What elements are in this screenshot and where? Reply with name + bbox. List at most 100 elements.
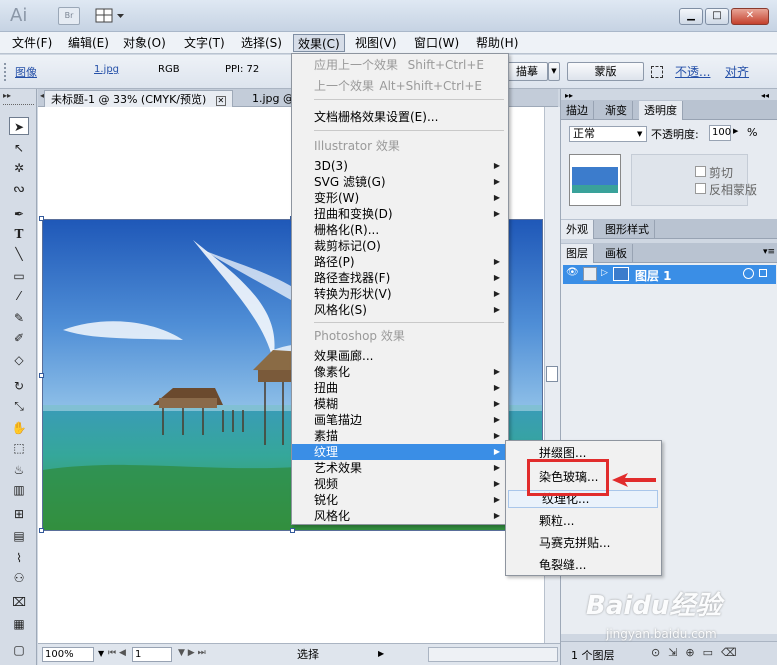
menu-item-path[interactable]: 路径(P) ▶ xyxy=(292,254,508,270)
transform-icon[interactable] xyxy=(651,66,663,78)
page-field[interactable]: 1 xyxy=(132,647,172,662)
menu-item-warp[interactable]: 变形(W) ▶ xyxy=(292,190,508,206)
target-circle-icon[interactable] xyxy=(743,268,754,279)
menu-view[interactable]: 视图(V) xyxy=(351,34,401,52)
menu-item-artistic[interactable]: 艺术效果 ▶ xyxy=(292,460,508,476)
selection-handle[interactable] xyxy=(39,528,44,533)
grip-handle[interactable] xyxy=(4,63,10,81)
direct-selection-tool-icon[interactable]: ↖ xyxy=(9,139,29,157)
selection-square-icon[interactable] xyxy=(759,269,767,277)
mask-button[interactable]: 蒙版 xyxy=(567,62,644,81)
layer-actions-icons[interactable]: ⊙⇲⊕▭⌫ xyxy=(651,646,745,659)
tab-transparency[interactable]: 透明度 xyxy=(639,101,683,120)
lock-toggle[interactable] xyxy=(583,267,597,281)
magic-wand-tool-icon[interactable]: ✲ xyxy=(9,159,29,177)
minimize-button[interactable]: ▁ xyxy=(679,8,703,25)
column-graph-tool-icon[interactable]: ▥ xyxy=(9,481,29,499)
menu-item-video[interactable]: 视频 ▶ xyxy=(292,476,508,492)
opacity-input[interactable]: 100 xyxy=(709,125,731,141)
menu-item-blur[interactable]: 模糊 ▶ xyxy=(292,396,508,412)
bridge-button[interactable]: Br xyxy=(58,7,80,25)
tab-gradient[interactable]: 渐变 xyxy=(600,101,633,120)
blend-mode-select[interactable]: 正常 xyxy=(569,126,647,142)
menu-item-apply-last[interactable]: 应用上一个效果 Shift+Ctrl+E xyxy=(292,57,508,73)
menu-help[interactable]: 帮助(H) xyxy=(472,34,522,52)
menu-item-effect-gallery[interactable]: 效果画廊... xyxy=(292,348,508,364)
image-link[interactable]: 图像 xyxy=(15,64,37,80)
selection-handle[interactable] xyxy=(39,216,44,221)
zoom-field[interactable]: 100% xyxy=(42,647,94,662)
menu-item-stylize-illustrator[interactable]: 风格化(S) ▶ xyxy=(292,302,508,318)
graph-tool-icon[interactable]: ▦ xyxy=(9,615,29,633)
menu-file[interactable]: 文件(F) xyxy=(8,34,56,52)
selection-tool-icon[interactable]: ➤ xyxy=(9,117,29,135)
menu-item-sharpen[interactable]: 锐化 ▶ xyxy=(292,492,508,508)
menu-type[interactable]: 文字(T) xyxy=(180,34,229,52)
blend-tool-icon[interactable]: ⚇ xyxy=(9,569,29,587)
maximize-button[interactable]: □ xyxy=(705,8,729,25)
menu-item-pathfinder[interactable]: 路径查找器(F) ▶ xyxy=(292,270,508,286)
arrange-documents-button[interactable] xyxy=(94,7,128,25)
selection-handle[interactable] xyxy=(39,373,44,378)
vertical-scroll-thumb[interactable] xyxy=(546,366,558,382)
trace-button[interactable]: 描摹 xyxy=(506,62,548,81)
menu-edit[interactable]: 编辑(E) xyxy=(64,34,113,52)
opacity-link[interactable]: 不透... xyxy=(675,63,710,80)
tab-layers[interactable]: 图层 xyxy=(561,244,594,263)
menu-item-craquelure[interactable]: 龟裂缝... xyxy=(506,557,661,573)
close-button[interactable]: ✕ xyxy=(731,8,769,25)
menu-item-mosaic-tiles[interactable]: 马赛克拼贴... xyxy=(506,535,661,551)
menu-window[interactable]: 窗口(W) xyxy=(410,34,463,52)
status-mode[interactable]: 选择 xyxy=(238,647,378,662)
menu-item-rasterize[interactable]: 栅格化(R)... xyxy=(292,222,508,238)
opacity-dropdown-icon[interactable]: ▶ xyxy=(733,127,738,135)
free-transform-tool-icon[interactable]: ⬚ xyxy=(9,439,29,457)
menu-object[interactable]: 对象(O) xyxy=(119,34,170,52)
rectangle-tool-icon[interactable]: ▭ xyxy=(9,267,29,285)
grip-handle[interactable] xyxy=(3,104,34,107)
slice-tool-icon[interactable]: ⌧ xyxy=(9,593,29,611)
clip-checkbox[interactable] xyxy=(695,166,706,177)
menu-item-last-effect[interactable]: 上一个效果 Alt+Shift+Ctrl+E xyxy=(292,78,508,94)
menu-item-sketch[interactable]: 素描 ▶ xyxy=(292,428,508,444)
menu-select[interactable]: 选择(S) xyxy=(237,34,286,52)
layer-row[interactable]: 👁 ▷ 图层 1 xyxy=(563,265,776,284)
eyedropper-tool-icon[interactable]: ⌇ xyxy=(9,549,29,567)
tab-stroke[interactable]: 描边 xyxy=(561,101,594,120)
line-tool-icon[interactable]: ╲ xyxy=(9,245,29,263)
warp-tool-icon[interactable]: ✋ xyxy=(9,419,29,437)
layer-name[interactable]: 图层 1 xyxy=(635,267,672,284)
file-link[interactable]: 1.jpg xyxy=(94,64,119,75)
menu-item-svg-filters[interactable]: SVG 滤镜(G) ▶ xyxy=(292,174,508,190)
trace-dropdown[interactable]: ▼ xyxy=(548,62,560,81)
menu-item-convert-to-shape[interactable]: 转换为形状(V) ▶ xyxy=(292,286,508,302)
panel-expand-icon[interactable]: ▸▸ xyxy=(565,91,573,100)
status-arrow-icon[interactable]: ▶ xyxy=(378,649,384,658)
expand-triangle-icon[interactable]: ▷ xyxy=(601,268,608,278)
blob-brush-tool-icon[interactable]: ✐ xyxy=(9,329,29,347)
tab-close-icon[interactable]: ✕ xyxy=(215,96,226,106)
pen-tool-icon[interactable]: ✒ xyxy=(9,205,29,223)
menu-item-distort-transform[interactable]: 扭曲和变换(D) ▶ xyxy=(292,206,508,222)
menu-item-brush-strokes[interactable]: 画笔描边 ▶ xyxy=(292,412,508,428)
lasso-tool-icon[interactable]: ᔓ xyxy=(9,179,29,197)
tab-graphic-styles[interactable]: 图形样式 xyxy=(600,220,655,239)
zoom-dropdown-icon[interactable]: ▼ xyxy=(98,649,104,658)
menu-item-stylize-photoshop[interactable]: 风格化 ▶ xyxy=(292,508,508,524)
menu-item-texture[interactable]: 纹理 ▶ xyxy=(292,444,508,460)
tab-untitled-1[interactable]: 未标题-1 @ 33% (CMYK/预览) ✕ xyxy=(44,90,233,107)
blend-dropdown-icon[interactable]: ▼ xyxy=(637,130,642,138)
menu-item-3d[interactable]: 3D(3) ▶ xyxy=(292,158,508,174)
align-link[interactable]: 对齐 xyxy=(725,63,749,80)
rotate-tool-icon[interactable]: ↻ xyxy=(9,377,29,395)
menu-effect[interactable]: 效果(C) xyxy=(293,34,345,52)
paintbrush-tool-icon[interactable]: ⁄ xyxy=(9,287,29,305)
scale-tool-icon[interactable]: ⤡ xyxy=(9,397,29,415)
menu-item-distort[interactable]: 扭曲 ▶ xyxy=(292,380,508,396)
visibility-eye-icon[interactable]: 👁 xyxy=(566,267,579,278)
horizontal-scrollbar[interactable] xyxy=(428,647,558,662)
tab-artboards[interactable]: 画板 xyxy=(600,244,633,263)
type-tool-icon[interactable]: T xyxy=(9,225,29,243)
panel-collapse-icon[interactable]: ◂◂ xyxy=(761,91,769,100)
mesh-tool-icon[interactable]: ⊞ xyxy=(9,505,29,523)
